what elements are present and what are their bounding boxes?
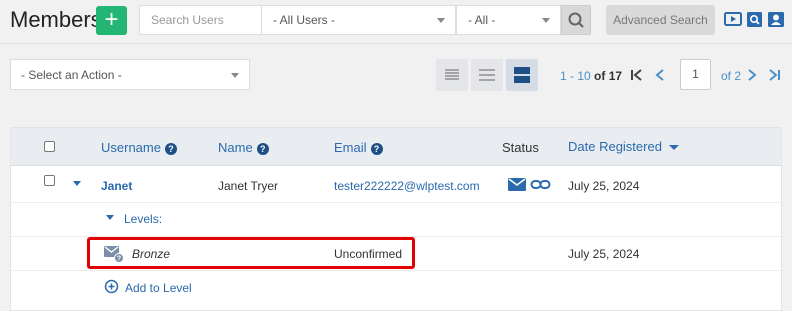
level-date: July 25, 2024 bbox=[568, 247, 640, 261]
chevron-down-icon bbox=[542, 18, 550, 23]
list-view-button[interactable] bbox=[471, 59, 503, 91]
sort-descending-icon bbox=[668, 145, 679, 150]
video-icon[interactable] bbox=[724, 11, 742, 28]
table-header: Username? Name? Email? Status Date Regis… bbox=[11, 128, 781, 166]
users-filter-value: - All Users - bbox=[273, 13, 336, 27]
help-icon[interactable]: ? bbox=[256, 143, 269, 155]
previous-page-icon[interactable] bbox=[654, 68, 666, 82]
row-checkbox[interactable] bbox=[44, 175, 55, 186]
expanded-view-icon bbox=[514, 67, 530, 83]
date-registered: July 25, 2024 bbox=[568, 179, 640, 193]
select-all-checkbox[interactable] bbox=[44, 141, 55, 152]
annotation-highlight-box bbox=[87, 237, 415, 269]
help-icon[interactable]: ? bbox=[164, 143, 177, 155]
next-page-icon[interactable] bbox=[746, 68, 758, 82]
expand-row-icon[interactable] bbox=[73, 181, 81, 186]
link-icon[interactable] bbox=[530, 178, 551, 191]
users-filter-select[interactable]: - All Users - bbox=[261, 5, 456, 35]
bulk-action-select[interactable]: - Select an Action - bbox=[10, 59, 250, 90]
last-page-icon[interactable] bbox=[767, 68, 781, 82]
member-name: Janet Tryer bbox=[218, 179, 279, 193]
column-email[interactable]: Email? bbox=[334, 140, 383, 155]
first-page-icon[interactable] bbox=[630, 68, 644, 82]
total-pages-label: of 2 bbox=[721, 69, 742, 83]
compact-view-icon bbox=[445, 69, 459, 80]
search-icon bbox=[568, 12, 584, 28]
plus-icon: + bbox=[104, 6, 119, 33]
collapse-levels-icon[interactable] bbox=[106, 215, 114, 220]
expanded-view-button[interactable] bbox=[506, 59, 538, 91]
table-row: Janet Janet Tryer tester222222@wlptest.c… bbox=[11, 166, 781, 204]
column-status: Status bbox=[502, 140, 539, 155]
user-card-icon[interactable] bbox=[767, 11, 785, 28]
add-to-level-link[interactable]: Add to Level bbox=[125, 281, 192, 295]
search-document-icon[interactable] bbox=[746, 11, 764, 28]
page-number-input[interactable]: 1 bbox=[680, 59, 711, 90]
levels-label: Levels: bbox=[124, 212, 163, 226]
page-title: Members bbox=[10, 7, 102, 32]
envelope-icon[interactable] bbox=[508, 178, 526, 191]
search-users-input[interactable]: Search Users bbox=[139, 5, 261, 35]
pagination-range: 1 - 10 of 17 bbox=[560, 69, 623, 83]
compact-view-button[interactable] bbox=[436, 59, 468, 91]
status-filter-value: - All - bbox=[468, 13, 496, 27]
add-to-level-row: Add to Level bbox=[11, 271, 781, 303]
page-header: Members + Search Users - All Users - - A… bbox=[0, 0, 792, 44]
pagination: 1 - 10 of 17 1 of 2 bbox=[560, 59, 792, 91]
members-table: Username? Name? Email? Status Date Regis… bbox=[10, 127, 782, 311]
levels-subrow: Levels: bbox=[11, 202, 781, 236]
help-icon[interactable]: ? bbox=[370, 143, 383, 155]
advanced-search-button[interactable]: Advanced Search bbox=[606, 5, 715, 35]
username-link[interactable]: Janet bbox=[101, 179, 132, 193]
list-view-icon bbox=[479, 69, 495, 81]
column-username[interactable]: Username? bbox=[101, 140, 177, 155]
add-member-button[interactable]: + bbox=[96, 6, 127, 35]
bulk-action-value: - Select an Action - bbox=[21, 68, 122, 82]
column-name[interactable]: Name? bbox=[218, 140, 269, 155]
column-date-registered[interactable]: Date Registered bbox=[568, 139, 679, 154]
member-email-link[interactable]: tester222222@wlptest.com bbox=[334, 179, 480, 193]
chevron-down-icon bbox=[437, 18, 445, 23]
chevron-down-icon bbox=[231, 73, 239, 78]
add-circle-icon[interactable] bbox=[104, 279, 119, 294]
search-button[interactable] bbox=[561, 5, 591, 35]
status-filter-select[interactable]: - All - bbox=[456, 5, 561, 35]
